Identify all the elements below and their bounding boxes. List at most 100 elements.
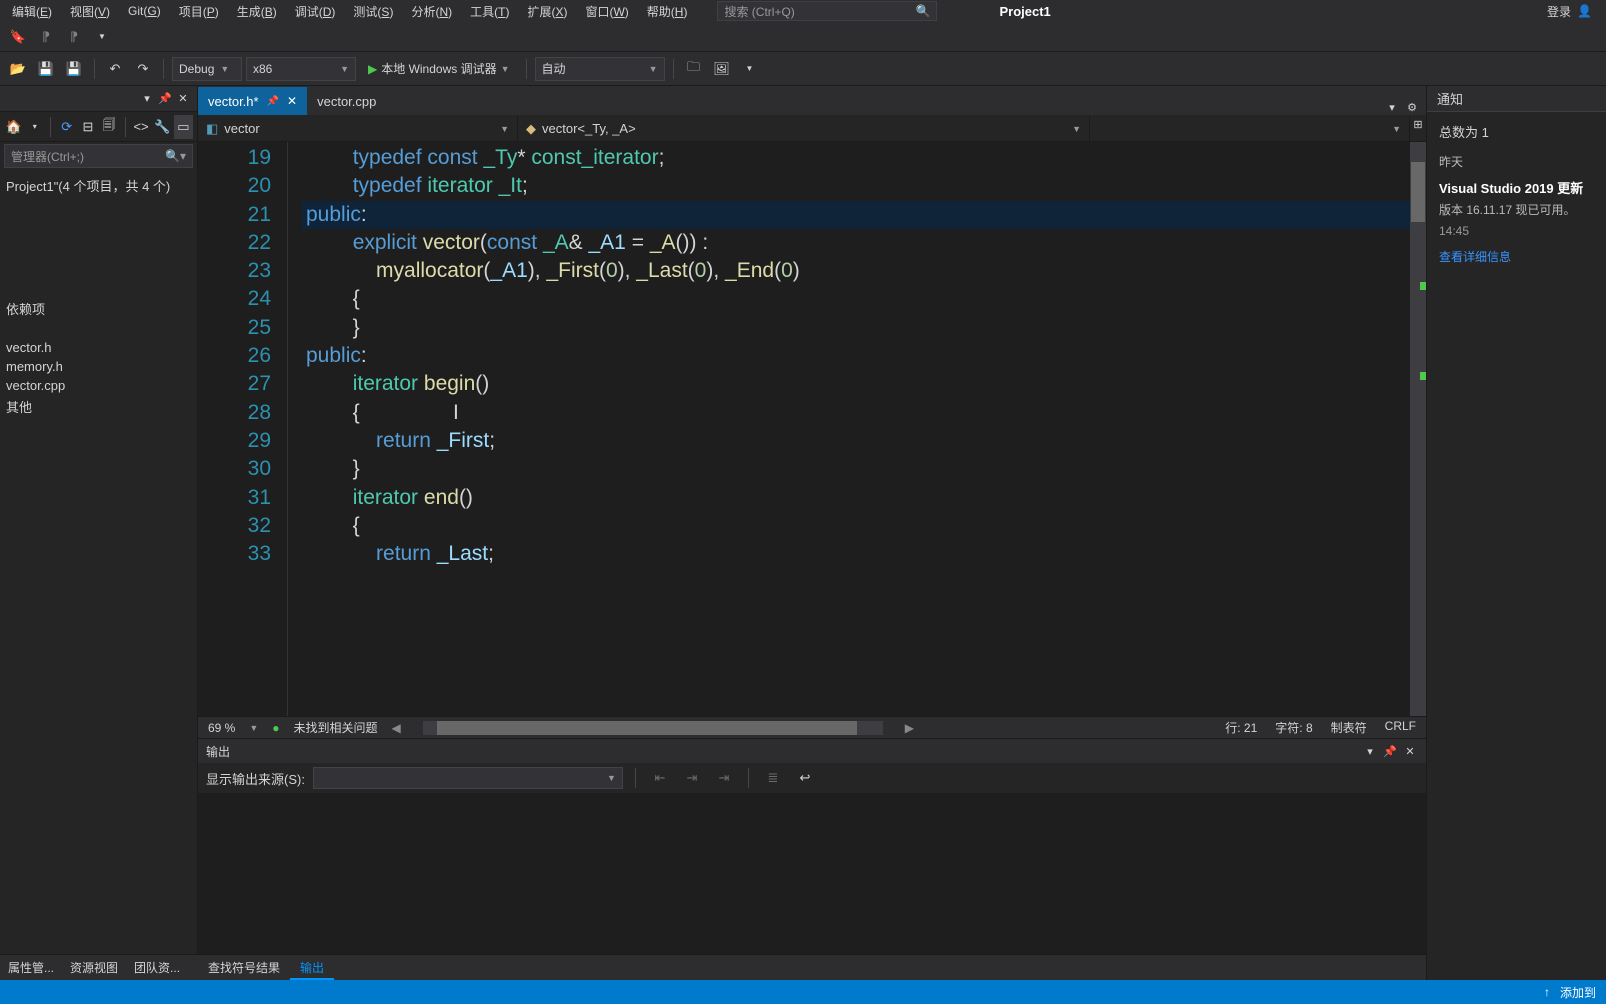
bookmark-icon[interactable]: 🔖 [6,25,30,49]
scroll-thumb[interactable] [1411,162,1425,222]
tab-vector-h[interactable]: vector.h* 📌 ✕ [198,87,307,115]
menu-s[interactable]: 测试(S) [345,1,401,22]
row-indicator: 行: 21 [1225,719,1257,736]
menu-p[interactable]: 项目(P) [171,1,227,22]
chevron-down-icon[interactable]: ▼ [738,57,762,81]
menu-g[interactable]: Git(G) [120,2,169,20]
code-editor[interactable]: 192021222324252627282930313233 typedef c… [198,142,1426,716]
output-source-dropdown[interactable]: ▼ [313,767,623,789]
issues-text[interactable]: 未找到相关问题 [294,719,378,736]
collapse-icon[interactable]: ⊟ [78,115,97,139]
tree-item[interactable]: memory.h [0,357,197,376]
menu-d[interactable]: 调试(D) [287,1,344,22]
user-icon: 👤 [1577,4,1592,18]
output-content[interactable] [198,793,1426,954]
global-search-input[interactable]: 搜索 (Ctrl+Q) 🔍 [717,1,937,21]
close-icon[interactable]: ✕ [175,91,191,107]
refresh-icon[interactable]: ⟳ [57,115,76,139]
tree-item[interactable]: vector.cpp [0,376,197,395]
search-placeholder: 搜索 (Ctrl+Q) [724,3,794,20]
dropdown-icon[interactable]: ▾ [1384,99,1400,115]
tab-output[interactable]: 输出 [290,955,334,980]
notification-details-link[interactable]: 查看详细信息 [1439,248,1594,265]
menu-n[interactable]: 分析(N) [403,1,460,22]
scroll-thumb[interactable] [437,721,857,735]
arrow-right-icon[interactable]: ▶ [905,721,914,735]
uncomment-icon[interactable]: ⁋ [62,25,86,49]
solution-tree[interactable]: Project1"(4 个项目，共 4 个) 依赖项 vector.hmemor… [0,170,197,980]
close-icon[interactable]: ✕ [287,94,297,108]
code-icon[interactable]: <> [131,115,150,139]
menu-x[interactable]: 扩展(X) [519,1,575,22]
scope-dropdown[interactable]: ◧ vector ▼ [198,116,518,141]
zoom-level[interactable]: 69 % [208,721,235,735]
wrap-icon[interactable]: ↩ [793,766,817,790]
member-dropdown[interactable]: ◆ vector<_Ty, _A> ▼ [518,116,1090,141]
clear-icon[interactable]: ≣ [761,766,785,790]
properties-icon[interactable]: 🔧 [153,115,172,139]
tabs-indicator: 制表符 [1331,719,1367,736]
split-icon[interactable]: ⊞ [1410,116,1426,132]
pin-icon[interactable]: 📌 [1382,743,1398,759]
pin-icon[interactable]: 📌 [157,91,173,107]
chevron-down-icon[interactable]: ▾ [25,115,44,139]
fold-column[interactable] [288,142,302,716]
auto-dropdown[interactable]: 自动▼ [535,57,665,81]
tab-properties[interactable]: 属性管... [0,955,62,980]
chevron-down-icon[interactable]: ▼ [90,25,114,49]
eol-indicator: CRLF [1385,719,1416,736]
tree-item[interactable]: vector.h [0,338,197,357]
showall-icon[interactable]: 🗐 [99,115,118,139]
home-icon[interactable]: 🏠 [4,115,23,139]
output-header: 输出 ▾ 📌 ✕ [198,739,1426,763]
arrow-left-icon[interactable]: ◀ [392,721,401,735]
platform-dropdown[interactable]: x86▼ [246,57,356,81]
gear-icon[interactable]: ⚙ [1404,99,1420,115]
save-all-icon[interactable]: 💾 [62,57,86,81]
horizontal-scrollbar[interactable] [423,721,883,735]
vertical-scrollbar[interactable] [1410,142,1426,716]
tab-team[interactable]: 团队资... [126,955,188,980]
tab-vector-cpp[interactable]: vector.cpp [307,87,386,115]
close-icon[interactable]: ✕ [1402,743,1418,759]
solution-search-input[interactable]: 管理器(Ctrl+;) 🔍▾ [4,144,193,168]
menu-b[interactable]: 生成(B) [229,1,285,22]
menu-h[interactable]: 帮助(H) [639,1,696,22]
menu-v[interactable]: 视图(V) [62,1,118,22]
tab-resource-view[interactable]: 资源视图 [62,955,126,980]
solution-root[interactable]: Project1"(4 个项目，共 4 个) [0,174,197,197]
indent-icon[interactable]: ⇥ [680,766,704,790]
start-debug-button[interactable]: ▶ 本地 Windows 调试器 ▼ [360,57,518,81]
indent-icon[interactable]: ⇤ [648,766,672,790]
empty-dropdown[interactable]: ▼ [1090,116,1410,141]
save-icon[interactable]: 💾 [34,57,58,81]
tab-find-results[interactable]: 查找符号结果 [198,955,290,980]
open-icon[interactable]: 📂 [6,57,30,81]
class-icon: ◆ [526,121,536,137]
menu-t[interactable]: 工具(T) [462,1,517,22]
dropdown-icon[interactable]: ▾ [1362,743,1378,759]
login-button[interactable]: 登录 👤 [1537,1,1602,22]
dropdown-icon[interactable]: ▾ [139,91,155,107]
folder-icon[interactable]: 🗀 [682,57,706,81]
project-name[interactable]: Project1 [979,2,1070,21]
col-indicator: 字符: 8 [1275,719,1312,736]
add-to-text[interactable]: 添加到 [1560,984,1596,1001]
nav-bar: ◧ vector ▼ ◆ vector<_Ty, _A> ▼ ▼ ⊞ [198,116,1426,142]
redo-icon[interactable]: ↷ [131,57,155,81]
preview-icon[interactable]: ▭ [174,115,193,139]
indent-icon[interactable]: ⇥ [712,766,736,790]
menu-e[interactable]: 编辑(E) [4,1,60,22]
tree-item[interactable]: 其他 [0,395,197,418]
config-dropdown[interactable]: Debug▼ [172,57,242,81]
pin-icon[interactable]: 📌 [267,96,279,107]
solution-toolbar: 🏠 ▾ ⟳ ⊟ 🗐 <> 🔧 ▭ [0,112,197,142]
code-content[interactable]: typedef const _Ty* const_iterator; typed… [302,142,1410,716]
notification-title: Visual Studio 2019 更新 [1439,178,1594,197]
undo-icon[interactable]: ↶ [103,57,127,81]
menu-w[interactable]: 窗口(W) [577,1,636,22]
upload-icon[interactable]: ↑ [1544,985,1550,999]
image-icon[interactable]: 🖼 [710,57,734,81]
comment-icon[interactable]: ⁋ [34,25,58,49]
tree-category[interactable]: 依赖项 [0,297,197,320]
